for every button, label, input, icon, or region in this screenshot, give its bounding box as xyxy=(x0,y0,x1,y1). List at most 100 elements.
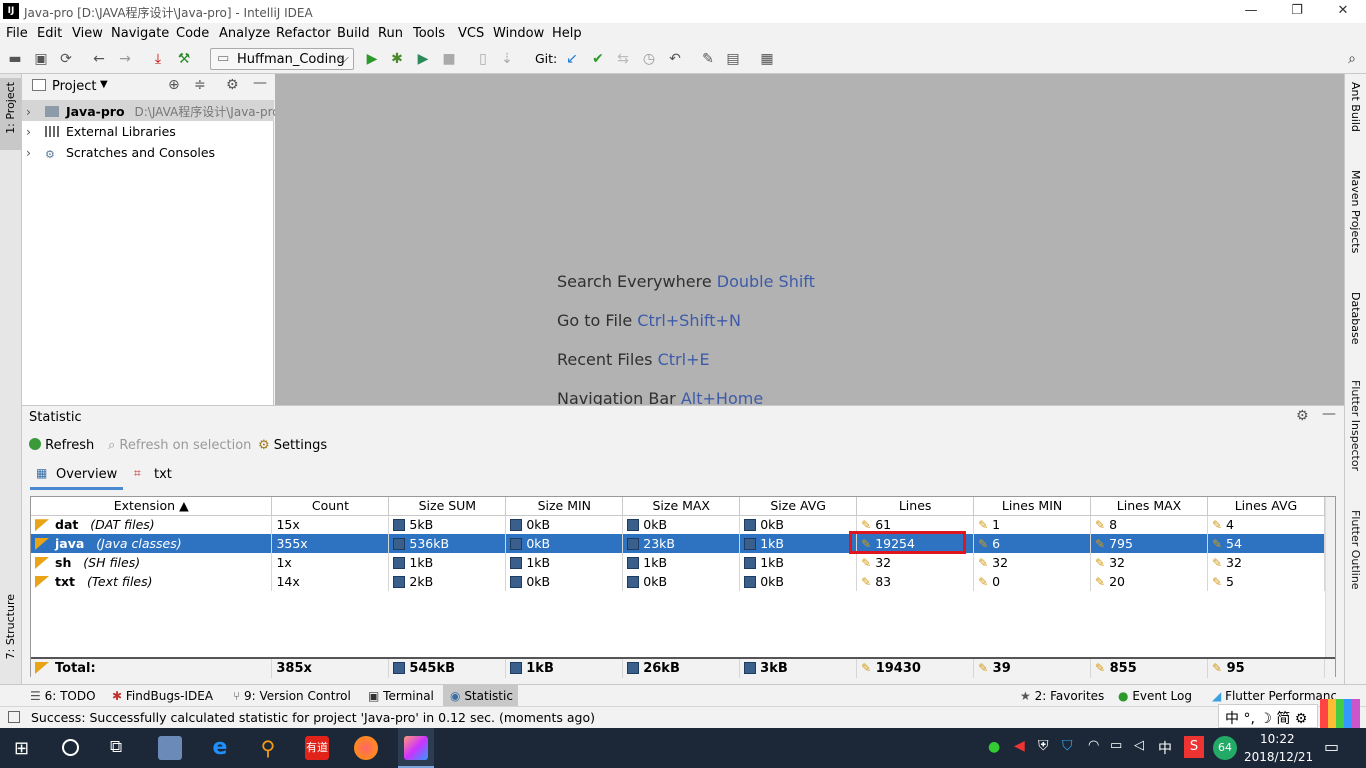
tab-overview[interactable]: ▦ Overview xyxy=(30,461,123,490)
tab-terminal[interactable]: ▣ Terminal xyxy=(368,689,434,703)
menu-edit[interactable]: Edit xyxy=(37,26,62,41)
column-header[interactable]: Count xyxy=(271,497,390,516)
menu-run[interactable]: Run xyxy=(378,26,403,41)
menu-build[interactable]: Build xyxy=(337,26,370,41)
locate-icon[interactable]: ⊕ xyxy=(168,77,180,93)
menu-tools[interactable]: Tools xyxy=(413,26,445,41)
chevron-down-icon[interactable]: ▼ xyxy=(100,79,108,90)
ant-build-tab[interactable]: Ant Build xyxy=(1349,82,1362,132)
flutter-outline-tab[interactable]: Flutter Outline xyxy=(1349,510,1362,590)
tab-event-log[interactable]: ● Event Log xyxy=(1118,689,1192,703)
menu-window[interactable]: Window xyxy=(493,26,544,41)
column-header[interactable]: Extension ▲ xyxy=(31,497,273,516)
git-history-icon[interactable]: ◷ xyxy=(640,50,658,68)
volume-icon[interactable]: ◁ xyxy=(1134,738,1144,753)
forward-icon[interactable]: → xyxy=(116,50,134,68)
column-header[interactable]: Lines AVG xyxy=(1207,497,1326,516)
tree-item-scratches[interactable]: › ⚙ Scratches and Consoles xyxy=(26,145,215,161)
tree-item-java-pro[interactable]: › Java-pro D:\JAVA程序设计\Java-pro xyxy=(26,103,280,120)
restore-button[interactable]: ❐ xyxy=(1274,0,1320,23)
column-header[interactable]: Size SUM xyxy=(388,497,507,516)
windows-start-icon[interactable]: ⊞ xyxy=(14,738,29,759)
ime-bar[interactable]: 中 °, ☽ 简 ⚙ xyxy=(1218,704,1318,728)
table-row[interactable]: dat (DAT files) 15x 5kB 0kB 0kB 0kB ✎ 61 ✎ 1 ✎ 8… xyxy=(31,515,1326,534)
firefox-icon[interactable] xyxy=(354,736,378,760)
task-view-icon[interactable]: ⧉ xyxy=(110,737,122,757)
hide-icon[interactable]: — xyxy=(1322,406,1336,422)
menu-vcs[interactable]: VCS xyxy=(458,26,484,41)
search-app-icon[interactable]: ⚲ xyxy=(256,736,280,760)
project-structure-icon[interactable]: ▤ xyxy=(724,50,742,68)
tab-version-control[interactable]: ⑂ 9: Version Control xyxy=(233,689,351,703)
cortana-icon[interactable] xyxy=(62,739,79,756)
badge-64[interactable]: 64 xyxy=(1213,736,1237,760)
intellij-icon[interactable] xyxy=(404,736,428,760)
refresh-on-selection-button[interactable]: ⌕ Refresh on selection xyxy=(108,438,251,453)
tab-statistic[interactable]: ◉ Statistic xyxy=(450,689,513,703)
git-compare-icon[interactable]: ⇆ xyxy=(614,50,632,68)
color-app-icon[interactable] xyxy=(1320,699,1360,729)
minimize-button[interactable]: — xyxy=(1228,0,1274,23)
battery-icon[interactable]: ▭ xyxy=(1110,738,1122,753)
sdk-manager-icon[interactable]: ▦ xyxy=(758,50,776,68)
back-icon[interactable]: ← xyxy=(90,50,108,68)
column-header[interactable]: Size AVG xyxy=(739,497,858,516)
hide-icon[interactable]: — xyxy=(253,75,267,91)
tab-favorites[interactable]: ★ 2: Favorites xyxy=(1020,689,1104,703)
column-header[interactable]: Size MAX xyxy=(622,497,741,516)
maven-projects-tab[interactable]: Maven Projects xyxy=(1349,170,1362,253)
gear-icon[interactable]: ⚙ xyxy=(226,77,239,93)
run-icon[interactable]: ▶ xyxy=(363,50,381,68)
wifi-icon[interactable]: ◠ xyxy=(1088,738,1099,753)
structure-tool-tab[interactable]: 7: Structure xyxy=(4,594,17,659)
settings-button[interactable]: ⚙ Settings xyxy=(258,438,327,453)
tab-flutter-performance[interactable]: ◢ Flutter Performance xyxy=(1212,689,1336,703)
clock-date[interactable]: 2018/12/21 xyxy=(1244,750,1313,764)
menu-file[interactable]: File xyxy=(6,26,28,41)
stop-icon[interactable]: ■ xyxy=(440,50,458,68)
refresh-button[interactable]: Refresh xyxy=(29,438,94,453)
vcs-update-icon[interactable]: ▯ xyxy=(474,50,492,68)
column-header[interactable]: Size MIN xyxy=(505,497,624,516)
tab-todo[interactable]: ☰ 6: TODO xyxy=(30,689,96,703)
tree-item-external-libraries[interactable]: › External Libraries xyxy=(26,124,176,139)
column-header[interactable]: Lines MIN xyxy=(973,497,1092,516)
table-row[interactable]: java (Java classes) 355x 536kB 0kB 23kB 1kB ✎ … xyxy=(31,534,1326,553)
git-revert-icon[interactable]: ↶ xyxy=(666,50,684,68)
table-row[interactable]: txt (Text files) 14x 2kB 0kB 0kB 0kB ✎ 83 ✎ 0 ✎ … xyxy=(31,572,1326,591)
database-tab[interactable]: Database xyxy=(1349,292,1362,345)
run-config-select[interactable]: ▭ Huffman_Coding ⌵ xyxy=(210,48,354,70)
menu-view[interactable]: View xyxy=(72,26,103,41)
gear-icon[interactable]: ⚙ xyxy=(1296,408,1309,424)
status-toggle-icon[interactable] xyxy=(8,711,20,723)
menu-analyze[interactable]: Analyze xyxy=(219,26,270,41)
collapse-icon[interactable]: ≑ xyxy=(194,77,206,93)
paint-app-icon[interactable] xyxy=(158,736,182,760)
coverage-icon[interactable]: ▶ xyxy=(414,50,432,68)
menu-navigate[interactable]: Navigate xyxy=(111,26,169,41)
save-icon[interactable]: ▣ xyxy=(32,50,50,68)
git-update-icon[interactable]: ↙ xyxy=(563,50,581,68)
input-language[interactable]: 中 xyxy=(1158,738,1172,758)
search-icon[interactable]: ⌕ xyxy=(1343,50,1361,68)
menu-refactor[interactable]: Refactor xyxy=(276,26,331,41)
wechat-icon[interactable]: ● xyxy=(988,739,1000,755)
build-hammer-icon[interactable]: ⚒ xyxy=(175,50,193,68)
tab-findbugs[interactable]: ✱ FindBugs-IDEA xyxy=(112,689,213,703)
shield-icon[interactable]: ⛉ xyxy=(1062,738,1073,754)
security-icon[interactable]: ⛨ xyxy=(1038,738,1049,754)
table-scrollbar[interactable] xyxy=(1325,497,1335,657)
settings-wrench-icon[interactable]: ✎ xyxy=(699,50,717,68)
table-row[interactable]: sh (SH files) 1x 1kB 1kB 1kB 1kB ✎ 32 ✎ 32 ✎ 32 ✎… xyxy=(31,553,1326,572)
download-icon[interactable]: ⤓ xyxy=(149,50,167,68)
edge-icon[interactable]: e xyxy=(208,736,232,760)
sogou-icon[interactable]: S xyxy=(1184,736,1204,758)
menu-code[interactable]: Code xyxy=(176,26,209,41)
git-commit-icon[interactable]: ✔ xyxy=(589,50,607,68)
youdao-icon[interactable]: 有道 xyxy=(305,736,329,760)
project-tool-tab[interactable]: 1: Project xyxy=(4,82,17,134)
vcs-push-icon[interactable]: ⇣ xyxy=(498,50,516,68)
debug-bug-icon[interactable]: ✱ xyxy=(388,50,406,68)
project-header-label[interactable]: Project xyxy=(52,79,96,94)
column-header[interactable]: Lines xyxy=(856,497,975,516)
